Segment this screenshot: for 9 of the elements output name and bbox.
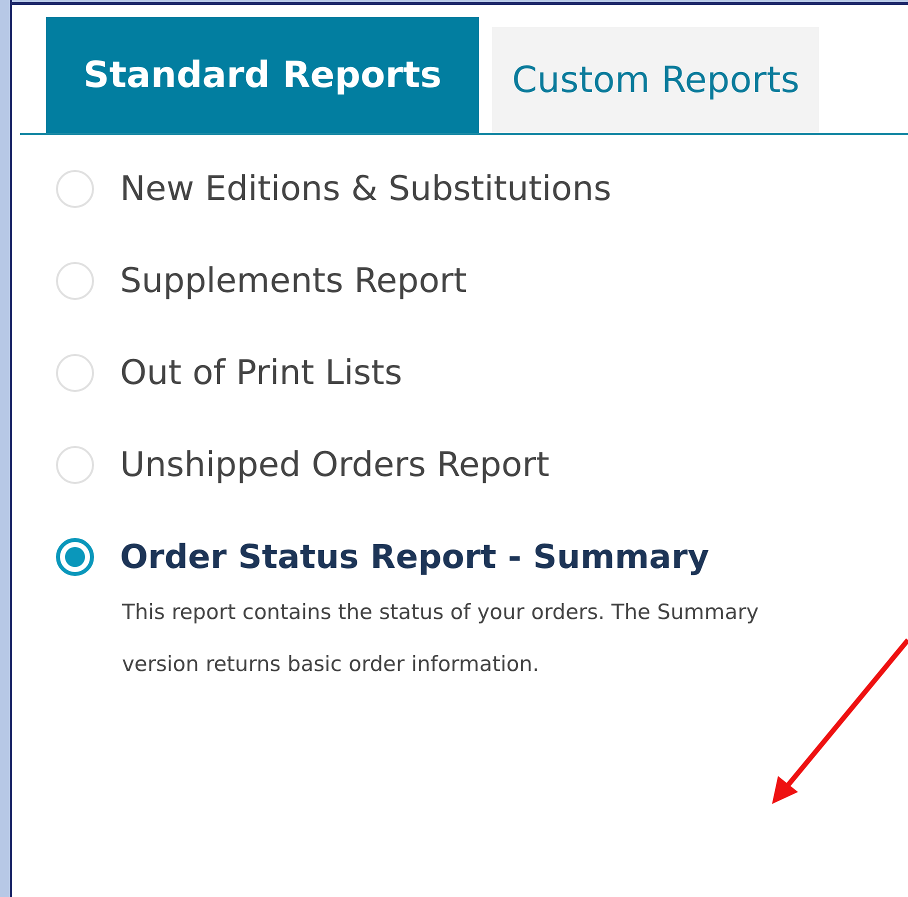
report-option-label[interactable]: Out of Print Lists xyxy=(120,353,402,393)
report-option-label[interactable]: Unshipped Orders Report xyxy=(120,445,550,485)
report-option-label[interactable]: Supplements Report xyxy=(120,261,467,301)
tab[interactable]: Custom Reports xyxy=(492,27,820,133)
report-description: This report contains the status of your orders. The Summary version returns basic order information. xyxy=(122,599,760,678)
report-option-label[interactable]: New Editions & Substitutions xyxy=(120,169,612,209)
radio-button[interactable] xyxy=(56,538,94,576)
report-option-label[interactable]: Order Status Report - Summary xyxy=(120,537,710,576)
tab[interactable]: Standard Reports xyxy=(46,17,479,133)
